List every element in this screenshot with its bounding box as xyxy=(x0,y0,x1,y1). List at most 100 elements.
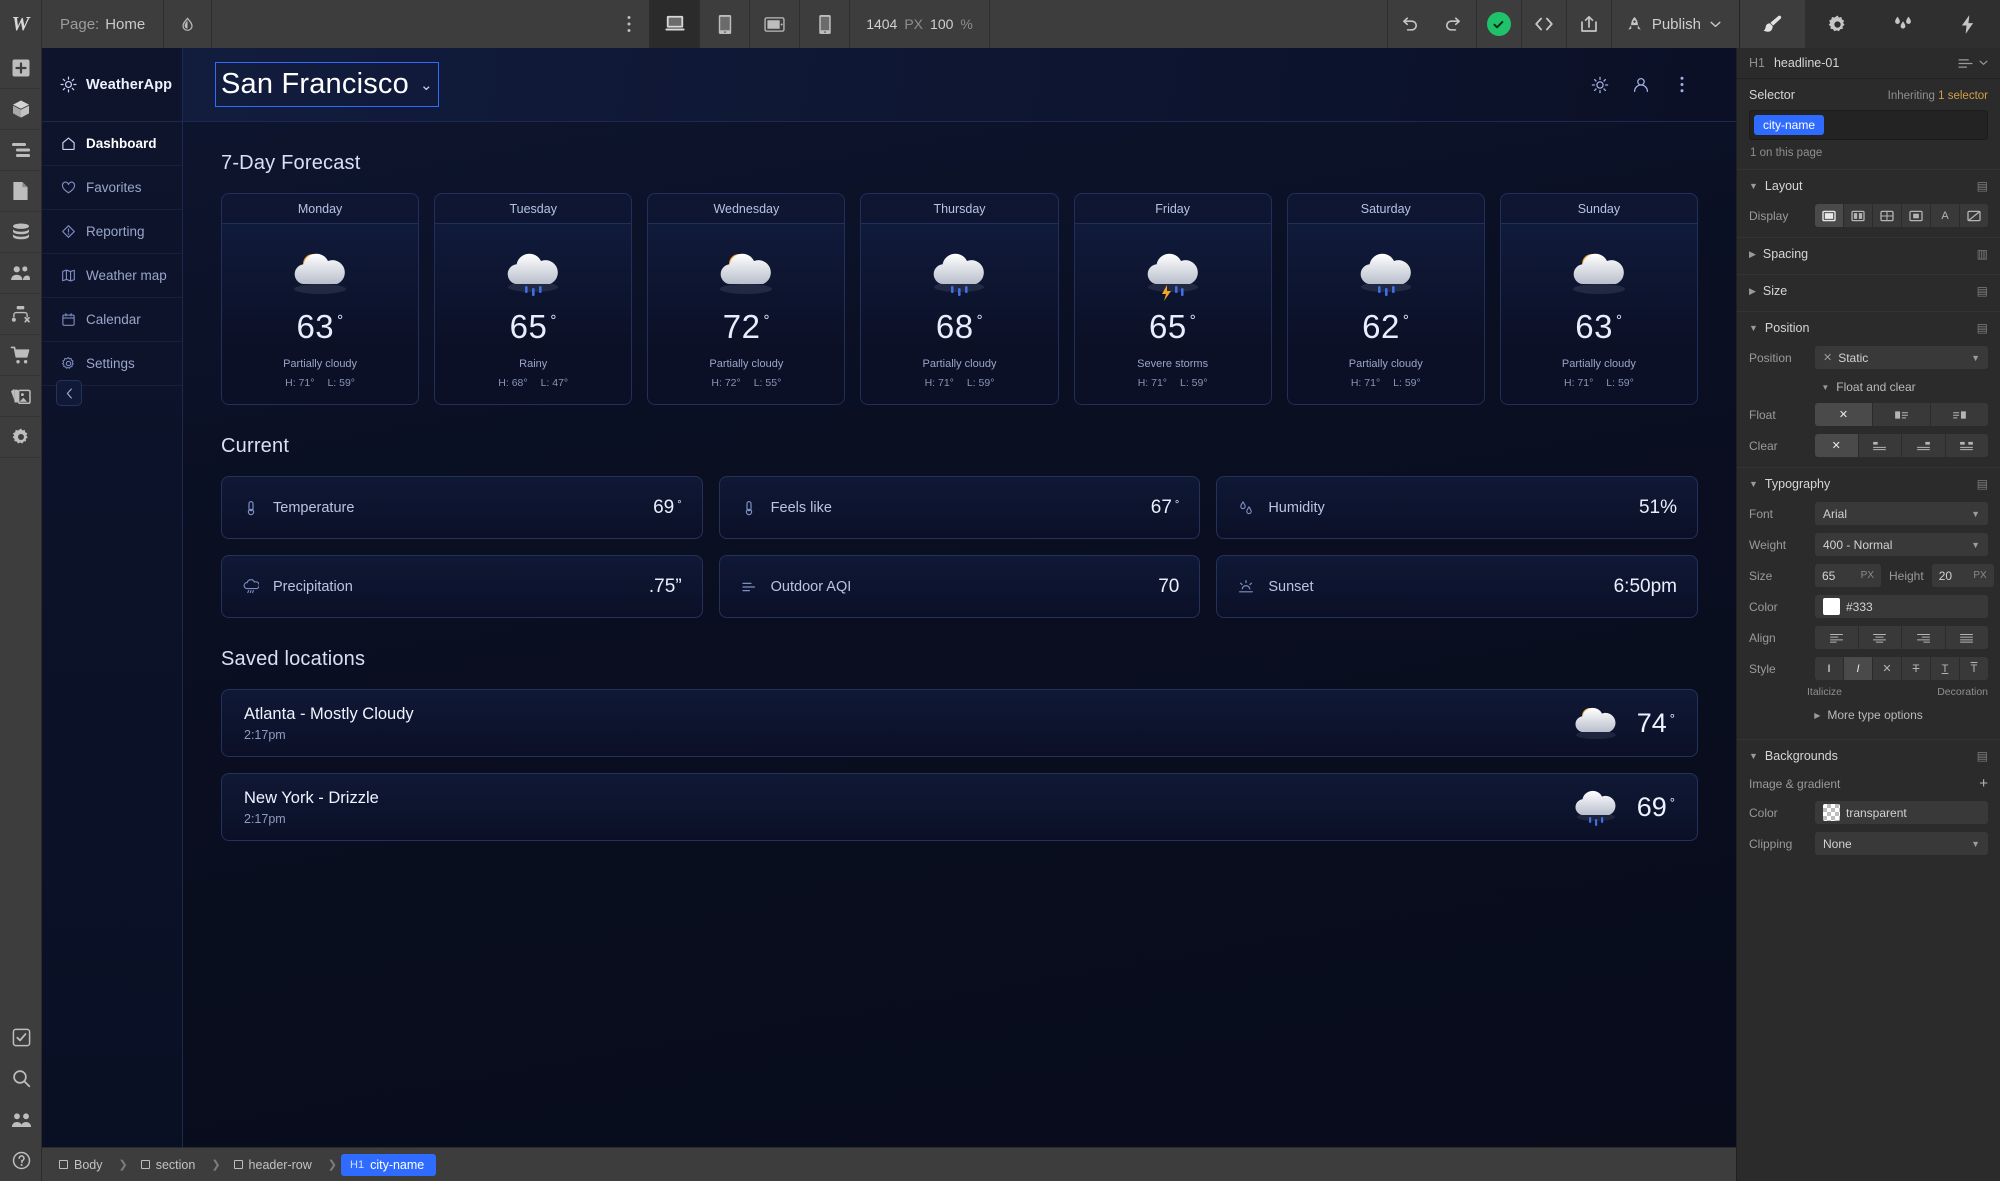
sidebar-item-favorites[interactable]: Favorites xyxy=(42,166,182,210)
float-left[interactable] xyxy=(1873,403,1931,426)
city-name-heading[interactable]: San Francisco ⌄ xyxy=(215,62,439,107)
class-field[interactable]: city-name xyxy=(1749,110,1988,140)
display-none[interactable] xyxy=(1960,204,1988,227)
display-grid[interactable] xyxy=(1873,204,1902,227)
tab-interactions-panel[interactable] xyxy=(1870,0,1935,48)
forecast-card[interactable]: Saturday 62 ° Partially cloudy H: 71° L: 5… xyxy=(1286,193,1485,405)
tab-style-panel[interactable] xyxy=(1740,0,1806,48)
section-typography[interactable]: ▼ Typography ▤ xyxy=(1737,467,2000,498)
assets-button[interactable] xyxy=(0,376,42,417)
users-button[interactable] xyxy=(0,253,42,294)
components-button[interactable] xyxy=(0,89,42,130)
text-color-input[interactable]: #333 xyxy=(1815,595,1988,618)
redo-button[interactable] xyxy=(1432,0,1476,48)
header-more-icon[interactable] xyxy=(1661,64,1702,105)
add-image-gradient-button[interactable]: + xyxy=(1979,775,1988,792)
cms-button[interactable] xyxy=(0,212,42,253)
logic-button[interactable] xyxy=(0,294,42,335)
float-none[interactable]: ✕ xyxy=(1815,403,1873,426)
float-right[interactable] xyxy=(1931,403,1988,426)
section-spacing[interactable]: ▶ Spacing ▥ xyxy=(1737,237,2000,268)
breadcrumb-item-section[interactable]: section xyxy=(132,1154,208,1176)
typography-reset-icon[interactable]: ▤ xyxy=(1977,477,1988,491)
section-position[interactable]: ▼ Position ▤ xyxy=(1737,311,2000,342)
site-settings-button[interactable] xyxy=(0,417,42,458)
current-card-aqi[interactable]: Outdoor AQI 70 xyxy=(718,555,1201,618)
saved-location-row[interactable]: Atlanta - Mostly Cloudy 2:17pm 74 ° xyxy=(221,689,1698,757)
background-color-input[interactable]: transparent xyxy=(1815,801,1988,824)
position-reset-icon[interactable]: ▤ xyxy=(1977,321,1988,335)
breadcrumb-item-header-row[interactable]: header-row xyxy=(225,1154,324,1176)
chevron-down-icon[interactable]: ⌄ xyxy=(420,76,433,94)
style-panel-menu-icon[interactable] xyxy=(1958,58,1973,69)
align-left[interactable] xyxy=(1815,626,1859,649)
breadcrumb-item-city-name[interactable]: H1 city-name xyxy=(341,1153,437,1176)
forecast-card[interactable]: Thursday 68 ° Partially cloudy H: 71° L: 5… xyxy=(860,193,1059,405)
breakpoint-mobile-landscape[interactable] xyxy=(749,0,799,48)
canvas-options-button[interactable] xyxy=(609,0,649,48)
audit-button[interactable] xyxy=(0,1017,42,1058)
display-inline[interactable]: A xyxy=(1931,204,1960,227)
forecast-card[interactable]: Tuesday 65 ° Rainy H: 68° L: 47° xyxy=(434,193,633,405)
decoration-none[interactable]: ✕ xyxy=(1873,657,1902,680)
forecast-card[interactable]: Sunday 63 ° Partially cloudy H: 71° L: 59° xyxy=(1499,193,1698,405)
breakpoint-mobile-portrait[interactable] xyxy=(799,0,849,48)
section-size[interactable]: ▶ Size ▤ xyxy=(1737,274,2000,305)
share-button[interactable] xyxy=(1567,0,1611,48)
size-reset-icon[interactable]: ▤ xyxy=(1977,284,1988,298)
weight-select[interactable]: 400 - Normal ▼ xyxy=(1815,533,1988,556)
breakpoint-desktop[interactable] xyxy=(649,0,700,48)
code-export-button[interactable] xyxy=(1522,0,1566,48)
sidebar-collapse-button[interactable] xyxy=(56,380,82,406)
display-inline-block[interactable] xyxy=(1902,204,1931,227)
ecommerce-button[interactable] xyxy=(0,335,42,376)
tab-settings-panel[interactable] xyxy=(1805,0,1870,48)
navigator-button[interactable] xyxy=(0,130,42,171)
float-and-clear-toggle[interactable]: ▼ Float and clear xyxy=(1737,373,2000,399)
forecast-card[interactable]: Monday 63 ° Partially cloudy H: 71° L: 59° xyxy=(221,193,420,405)
decoration-strikethrough[interactable]: T xyxy=(1902,657,1931,680)
section-backgrounds[interactable]: ▼ Backgrounds ▤ xyxy=(1737,739,2000,770)
class-chip[interactable]: city-name xyxy=(1754,115,1825,135)
layout-reset-icon[interactable]: ▤ xyxy=(1977,179,1988,193)
position-select[interactable]: ✕ Static ▼ xyxy=(1815,346,1988,369)
align-right[interactable] xyxy=(1902,626,1946,649)
collaborators-button[interactable] xyxy=(0,1099,42,1140)
align-justify[interactable] xyxy=(1945,626,1988,649)
sidebar-item-dashboard[interactable]: Dashboard xyxy=(42,122,182,166)
decoration-overline[interactable]: T xyxy=(1960,657,1988,680)
forecast-card[interactable]: Friday 65 ° Severe storms H: 71° L: 59° xyxy=(1073,193,1272,405)
pages-button[interactable] xyxy=(0,171,42,212)
color-swatch[interactable] xyxy=(1823,598,1840,615)
page-selector[interactable]: Page: Home xyxy=(42,0,165,48)
clear-right[interactable] xyxy=(1902,434,1946,457)
style-bold[interactable]: I xyxy=(1815,657,1844,680)
display-options[interactable]: A xyxy=(1815,204,1988,227)
clear-left[interactable] xyxy=(1858,434,1902,457)
clear-options[interactable]: ✕ xyxy=(1815,434,1988,457)
decoration-underline[interactable]: T xyxy=(1931,657,1960,680)
line-height-input[interactable]: 20 PX xyxy=(1931,564,1994,587)
float-options[interactable]: ✕ xyxy=(1815,403,1988,426)
section-layout[interactable]: ▼ Layout ▤ xyxy=(1737,169,2000,200)
current-card-sunset[interactable]: Sunset 6:50pm xyxy=(1216,555,1698,618)
user-account-icon[interactable] xyxy=(1620,64,1661,105)
style-italic[interactable]: I xyxy=(1844,657,1873,680)
display-flex[interactable] xyxy=(1844,204,1873,227)
backgrounds-reset-icon[interactable]: ▤ xyxy=(1977,749,1988,763)
current-card-humidity[interactable]: Humidity 51% xyxy=(1216,476,1698,539)
preview-toggle[interactable] xyxy=(164,0,213,48)
style-panel-chevron-icon[interactable] xyxy=(1979,60,1988,66)
sidebar-item-calendar[interactable]: Calendar xyxy=(42,298,182,342)
saved-location-row[interactable]: New York - Drizzle 2:17pm 69 ° xyxy=(221,773,1698,841)
search-button[interactable] xyxy=(0,1058,42,1099)
help-button[interactable] xyxy=(0,1140,42,1181)
font-size-input[interactable]: 65 PX xyxy=(1815,564,1881,587)
spacing-indicator-icon[interactable]: ▥ xyxy=(1977,247,1988,261)
current-card-feels-like[interactable]: Feels like 67 ° xyxy=(718,476,1201,539)
save-status-button[interactable] xyxy=(1477,0,1521,48)
forecast-card[interactable]: Wednesday 72 ° Partially cloudy H: 72° L: … xyxy=(647,193,846,405)
add-elements-button[interactable] xyxy=(0,48,42,89)
breadcrumb-item-body[interactable]: Body xyxy=(50,1154,115,1176)
align-options[interactable] xyxy=(1815,626,1988,649)
